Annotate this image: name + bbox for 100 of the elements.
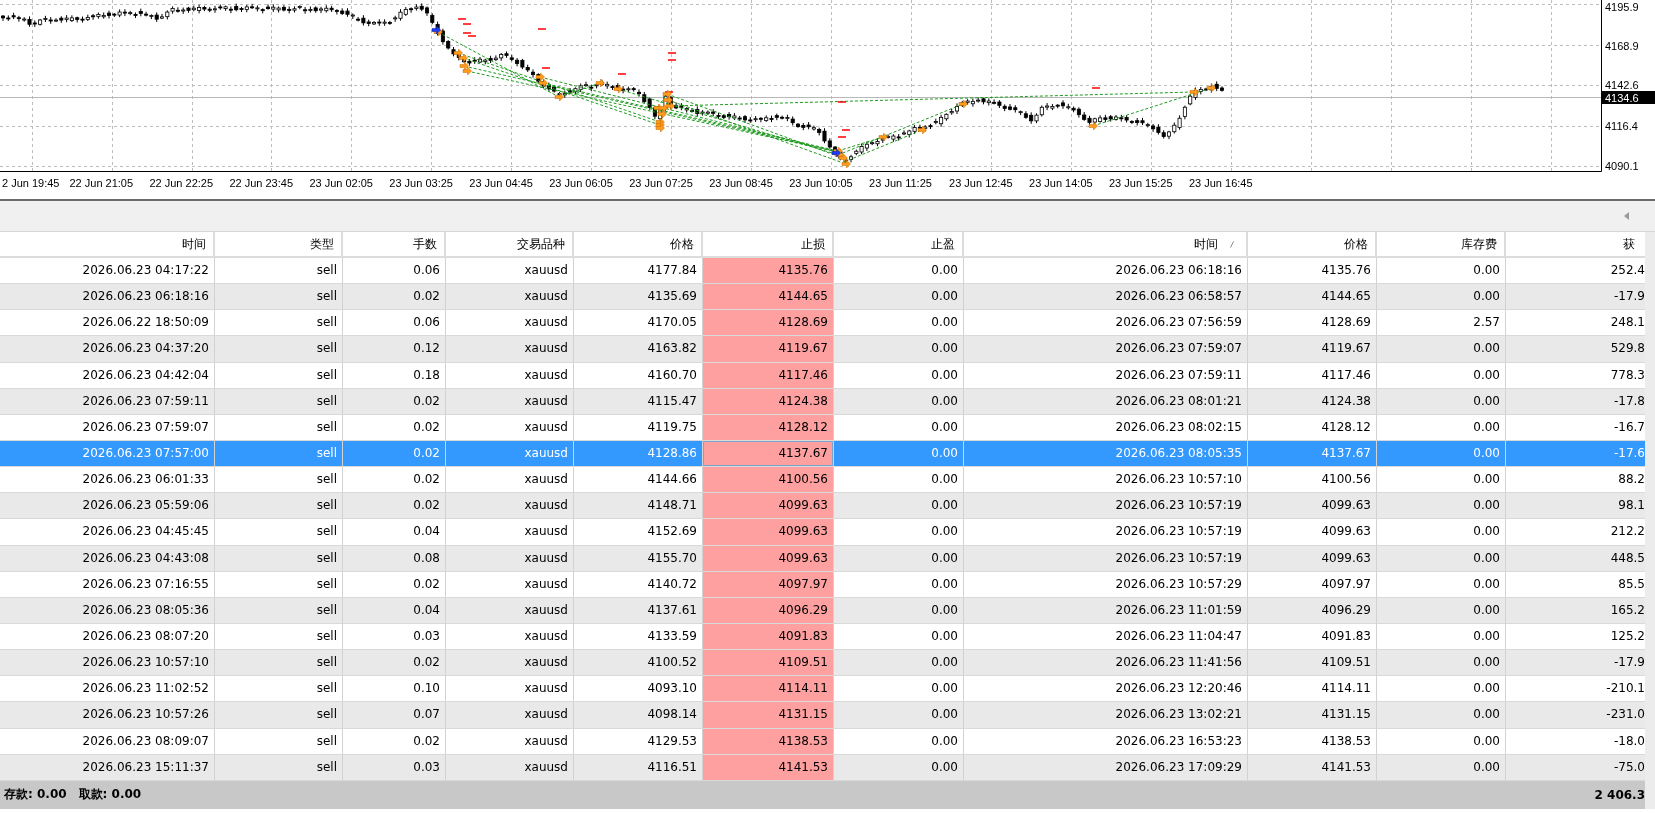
- table-cell: sell: [215, 728, 343, 755]
- column-header[interactable]: 类型: [215, 232, 343, 258]
- column-header[interactable]: 手数: [343, 232, 446, 258]
- table-row[interactable]: 2026.06.23 10:57:26 sell 0.07 xauusd 4098.14 4131.15 0.00 2026.06.23 13:02:21 4131.15 0.00 -231.0: [0, 702, 1645, 729]
- trade-marker-icon: [841, 159, 851, 169]
- table-cell: xauusd: [446, 388, 574, 415]
- table-cell: 0.00: [834, 571, 964, 598]
- table-cell: 2026.06.23 11:01:59: [964, 597, 1248, 624]
- table-cell: 2026.06.23 17:09:29: [964, 754, 1248, 781]
- trade-marker-icon: [878, 132, 888, 142]
- table-row[interactable]: 2026.06.23 11:02:52 sell 0.10 xauusd 4093.10 4114.11 0.00 2026.06.23 12:20:46 4114.11 0.00 -210.1: [0, 676, 1645, 703]
- table-cell: 4141.53: [703, 754, 834, 781]
- table-row[interactable]: 2026.06.23 06:18:16 sell 0.02 xauusd 4135.69 4144.65 0.00 2026.06.23 06:58:57 4144.65 0.00 -17.9: [0, 284, 1645, 311]
- table-row[interactable]: 2026.06.23 07:59:11 sell 0.02 xauusd 4115.47 4124.38 0.00 2026.06.23 08:01:21 4124.38 0.00 -17.8: [0, 388, 1645, 415]
- table-row[interactable]: 2026.06.23 15:11:37 sell 0.03 xauusd 4116.51 4141.53 0.00 2026.06.23 17:09:29 4141.53 0.00 -75.0: [0, 754, 1645, 781]
- table-cell: 4099.63: [1248, 545, 1377, 572]
- table-cell: xauusd: [446, 597, 574, 624]
- price-axis-label: 4195.9: [1605, 0, 1639, 13]
- table-cell: 0.00: [1377, 728, 1506, 755]
- column-header[interactable]: 库存费: [1377, 232, 1506, 258]
- time-axis-label: 23 Jun 11:25: [869, 177, 932, 189]
- table-row[interactable]: 2026.06.23 06:01:33 sell 0.02 xauusd 4144.66 4100.56 0.00 2026.06.23 10:57:10 4100.56 0.00 88.2: [0, 467, 1645, 494]
- table-row[interactable]: 2026.06.23 10:57:10 sell 0.02 xauusd 4100.52 4109.51 0.00 2026.06.23 11:41:56 4109.51 0.00 -17.9: [0, 650, 1645, 677]
- table-cell: xauusd: [446, 545, 574, 572]
- table-cell: xauusd: [446, 754, 574, 781]
- table-cell: 0.00: [834, 362, 964, 389]
- table-cell: 2026.06.23 10:57:26: [0, 702, 215, 729]
- column-header[interactable]: 价格: [1248, 232, 1377, 258]
- table-cell: 0.00: [1377, 597, 1506, 624]
- table-cell: 4144.65: [703, 284, 834, 311]
- current-price-label: 4134.6: [1602, 91, 1655, 104]
- table-cell: 2026.06.23 07:59:07: [0, 414, 215, 441]
- trade-marker-icon: [458, 53, 468, 63]
- time-axis-label: 23 Jun 06:05: [549, 177, 613, 189]
- caret-left-icon[interactable]: [1624, 212, 1629, 220]
- table-row[interactable]: 2026.06.23 07:57:00 sell 0.02 xauusd 4128.86 4137.67 0.00 2026.06.23 08:05:35 4137.67 0.00 -17.6: [0, 441, 1645, 468]
- time-axis-label: 23 Jun 07:25: [629, 177, 693, 189]
- trade-marker-icon: [958, 99, 968, 109]
- column-header[interactable]: 时间: [964, 232, 1248, 258]
- table-cell: 0.00: [834, 545, 964, 572]
- table-cell: 4097.97: [1248, 571, 1377, 598]
- table-cell: 0.00: [1377, 414, 1506, 441]
- table-cell: 4096.29: [703, 597, 834, 624]
- price-axis-label: 4168.9: [1605, 39, 1639, 52]
- table-row[interactable]: 2026.06.23 08:09:07 sell 0.02 xauusd 4129.53 4138.53 0.00 2026.06.23 16:53:23 4138.53 0.00 -18.0: [0, 728, 1645, 755]
- column-header[interactable]: 时间: [0, 232, 215, 258]
- table-row[interactable]: 2026.06.23 04:42:04 sell 0.18 xauusd 4160.70 4117.46 0.00 2026.06.23 07:59:11 4117.46 0.00 778.3: [0, 362, 1645, 389]
- table-cell: 2026.06.23 08:02:15: [964, 414, 1248, 441]
- table-cell: 4099.63: [1248, 519, 1377, 546]
- table-row[interactable]: 2026.06.23 04:43:08 sell 0.08 xauusd 4155.70 4099.63 0.00 2026.06.23 10:57:19 4099.63 0.00 448.5: [0, 545, 1645, 572]
- table-cell: 0.00: [834, 336, 964, 363]
- time-axis-label: 22 Jun 22:25: [149, 177, 214, 189]
- table-cell: 4138.53: [1248, 728, 1377, 755]
- table-cell: 4128.12: [703, 414, 834, 441]
- time-axis-label: 23 Jun 02:05: [309, 177, 373, 189]
- table-row[interactable]: 2026.06.23 05:59:06 sell 0.02 xauusd 4148.71 4099.63 0.00 2026.06.23 10:57:19 4099.63 0.00 98.1: [0, 493, 1645, 520]
- table-row[interactable]: 2026.06.23 04:37:20 sell 0.12 xauusd 4163.82 4119.67 0.00 2026.06.23 07:59:07 4119.67 0.00 529.8: [0, 336, 1645, 363]
- table-row[interactable]: 2026.06.22 18:50:09 sell 0.06 xauusd 4170.05 4128.69 0.00 2026.06.23 07:56:59 4128.69 2.57 248.1: [0, 310, 1645, 337]
- status-text: 取款: 0.00: [78, 786, 142, 804]
- table-cell: 2026.06.23 04:37:20: [0, 336, 215, 363]
- table-cell: 0.02: [343, 728, 446, 755]
- table-cell: 0.00: [1377, 702, 1506, 729]
- table-cell: 4096.29: [1248, 597, 1377, 624]
- table-cell: 4141.53: [1248, 754, 1377, 781]
- table-cell: 0.00: [834, 519, 964, 546]
- trade-marker-icon: [658, 103, 668, 113]
- table-row[interactable]: 2026.06.23 07:59:07 sell 0.02 xauusd 4119.75 4128.12 0.00 2026.06.23 08:02:15 4128.12 0.00 -16.7: [0, 414, 1645, 441]
- column-header[interactable]: 价格: [574, 232, 703, 258]
- table-row[interactable]: 2026.06.23 04:17:22 sell 0.06 xauusd 4177.84 4135.76 0.00 2026.06.23 06:18:16 4135.76 0.00 252.4: [0, 258, 1645, 285]
- table-row[interactable]: 2026.06.23 08:05:36 sell 0.04 xauusd 4137.61 4096.29 0.00 2026.06.23 11:01:59 4096.29 0.00 165.2: [0, 597, 1645, 624]
- table-cell: 4124.38: [703, 388, 834, 415]
- status-text: 存款: 0.00: [4, 786, 67, 804]
- trade-marker-icon: [838, 153, 848, 163]
- table-cell: 4138.53: [703, 728, 834, 755]
- trade-marker-icon: [657, 109, 667, 119]
- table-cell: 0.00: [1377, 388, 1506, 415]
- table-cell: 0.00: [834, 702, 964, 729]
- table-cell: 2026.06.23 07:59:11: [0, 388, 215, 415]
- time-axis-label: 23 Jun 15:25: [1109, 177, 1173, 189]
- price-axis-label: 4142.6: [1605, 78, 1639, 91]
- column-header[interactable]: 止损: [703, 232, 834, 258]
- trade-marker-icon: [663, 95, 673, 105]
- table-cell: 0.08: [343, 545, 446, 572]
- table-row[interactable]: 2026.06.23 04:45:45 sell 0.04 xauusd 4152.69 4099.63 0.00 2026.06.23 10:57:19 4099.63 0.00 212.2: [0, 519, 1645, 546]
- table-cell: sell: [215, 362, 343, 389]
- column-header[interactable]: 交易品种: [446, 232, 574, 258]
- table-cell: xauusd: [446, 571, 574, 598]
- table-cell: 0.00: [834, 388, 964, 415]
- stop-level-mark: [617, 73, 627, 75]
- table-cell: 2026.06.23 10:57:19: [964, 545, 1248, 572]
- table-row[interactable]: 2026.06.23 08:07:20 sell 0.03 xauusd 4133.59 4091.83 0.00 2026.06.23 11:04:47 4091.83 0.00 125.2: [0, 623, 1645, 651]
- table-row[interactable]: 2026.06.23 07:16:55 sell 0.02 xauusd 4140.72 4097.97 0.00 2026.06.23 10:57:29 4097.97 0.00 85.5: [0, 571, 1645, 598]
- table-cell: 2026.06.23 10:57:19: [964, 519, 1248, 546]
- trade-marker-icon: [462, 66, 472, 76]
- table-cell: xauusd: [446, 336, 574, 363]
- column-header[interactable]: 止盈: [834, 232, 964, 258]
- time-axis-label: 23 Jun 03:25: [389, 177, 453, 189]
- trade-marker-icon: [665, 101, 675, 111]
- table-cell: sell: [215, 702, 343, 729]
- trade-marker-icon: [917, 125, 927, 135]
